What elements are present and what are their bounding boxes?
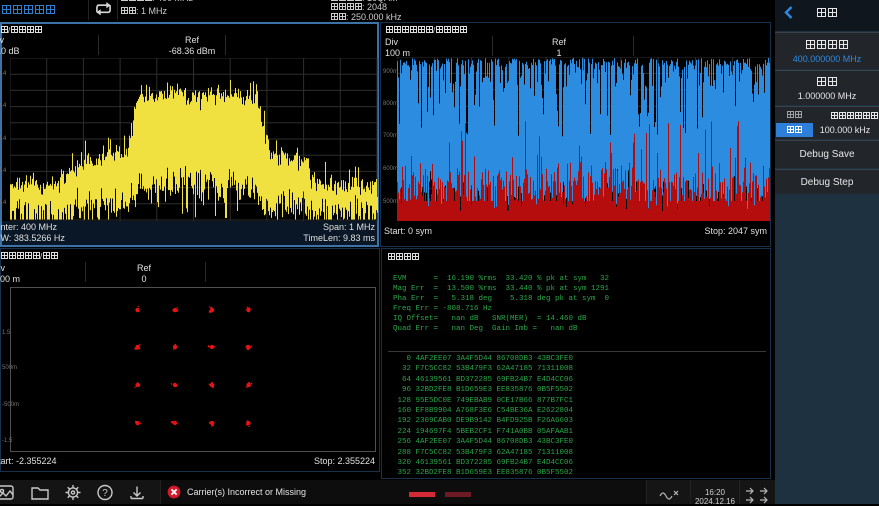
svg-text:?: ? — [102, 488, 108, 499]
